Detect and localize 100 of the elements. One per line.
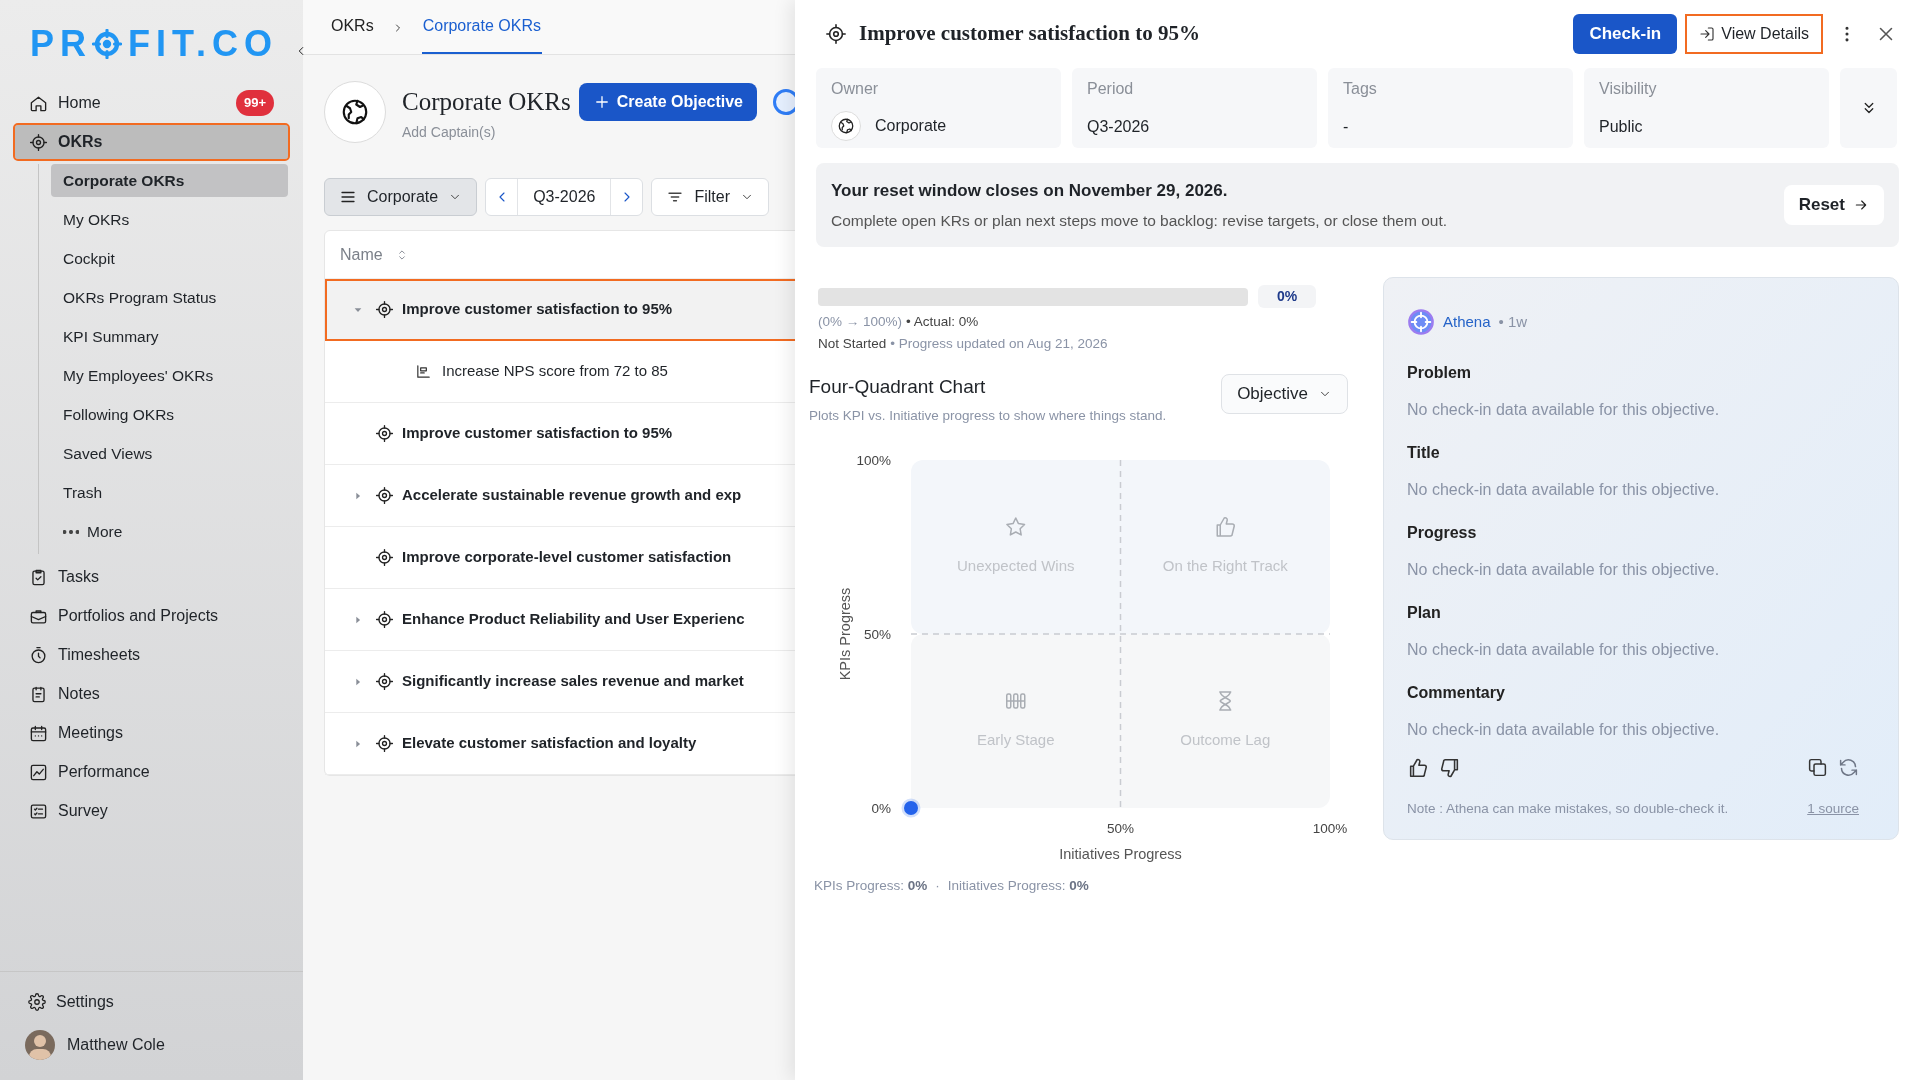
row-title: Enhance Product Reliability and User Experienc [402,609,745,630]
round-icon[interactable] [773,89,795,115]
stopwatch-icon [29,645,48,665]
target-icon [29,132,48,152]
thumbs-down-icon[interactable] [1439,756,1461,779]
calendar-icon [29,723,48,743]
user-avatar[interactable] [25,1030,55,1060]
progress-stat: KPIs Progress: 0% [814,877,928,896]
nav-subitem[interactable]: My Employees' OKRs [51,359,288,392]
view-dropdown[interactable]: Corporate [324,178,478,216]
nav-item[interactable]: Notes [15,677,288,711]
nav-item[interactable]: Timesheets [15,638,288,672]
star-icon [1006,518,1025,536]
progress-stat: Initiatives Progress: 0% [947,877,1089,896]
assistant-logo-icon [1407,308,1435,336]
axis-tick-label: 50% [863,627,891,643]
clipboard-icon [29,567,48,587]
globe-icon [340,97,370,127]
table-row[interactable]: Improve customer satisfaction to 95% [325,279,795,341]
section-text: No check-in data available for this objective. [1407,560,1721,580]
breadcrumb-link[interactable]: Corporate OKRs [421,14,542,54]
nav-subitem[interactable]: KPI Summary [51,320,288,353]
actual-text: • Actual: 0% [906,313,979,331]
logo-text: FIT.CO [128,21,278,66]
assistant-name[interactable]: Athena [1443,310,1491,334]
field-value: Q3-2026 [1087,117,1151,137]
nav-subitem[interactable]: Following OKRs [51,398,288,431]
target-logo-icon [92,28,122,59]
nav-item[interactable]: OKRs [15,125,288,159]
caret-right-icon[interactable] [353,490,363,501]
breadcrumb-link[interactable]: OKRs [331,14,374,54]
objective-dropdown[interactable]: Objective [1221,373,1348,414]
thumbs-up-icon[interactable] [1407,756,1429,779]
settings-icon [28,993,46,1011]
target-icon [375,486,394,505]
nav-item[interactable]: Portfolios and Projects [15,599,288,633]
section-text: No check-in data available for this objective. [1407,640,1721,660]
nav-subitem[interactable]: Cockpit [51,242,288,275]
field-value: Public [1599,117,1644,137]
row-title: Improve customer satisfaction to 95% [402,423,673,444]
banner-title: Your reset window closes on November 29, 2026. [831,179,1229,202]
progress-reading: 0% [1258,285,1316,308]
section-heading: Commentary [1407,683,1506,703]
copy-icon[interactable] [1807,757,1828,779]
notification-badge: 99+ [235,90,274,116]
target-icon [375,424,394,443]
section-text: No check-in data available for this objective. [1407,400,1721,420]
field-label: Period [1087,79,1135,99]
caret-right-icon[interactable] [353,614,363,625]
nav-item[interactable]: Survey [15,794,288,828]
nav-subitem[interactable]: OKRs Program Status [51,281,288,314]
section-heading: Title [1407,443,1441,463]
column-header[interactable]: Name [340,242,383,267]
reset-button[interactable]: Reset [1783,185,1884,225]
page-title: Corporate OKRs [402,87,571,118]
y-axis-title: KPIs Progress [837,587,853,681]
caret-right-icon[interactable] [353,738,363,749]
nav-subitem[interactable]: My OKRs [51,203,288,236]
field-value: - [1343,117,1350,137]
target-icon [375,610,394,629]
banner-text: Complete open KRs or plan next steps move to backlog: revise targets, or close them out. [831,211,1448,232]
row-title: Significantly increase sales revenue and market [402,671,744,692]
caret-right-icon[interactable] [353,676,363,687]
nav-subitem[interactable]: More [51,515,288,548]
globe-icon [837,117,855,135]
section-text: No check-in data available for this objective. [1407,480,1721,500]
arrow-right-icon [1853,197,1869,213]
nav-subitem[interactable]: Trash [51,476,288,509]
chart-icon [29,762,48,782]
logo-text: PR [30,21,92,66]
field-label: Owner [831,79,880,99]
updated-text: • Progress updated on Aug 21, 2026 [890,335,1108,354]
view-details-button[interactable]: View Details [1685,14,1823,54]
separator-dot: · [935,877,940,896]
nav-item[interactable]: Home 99+ [15,86,288,120]
x-axis-title: Initiatives Progress [1059,846,1182,863]
nav-item[interactable]: Performance [15,755,288,789]
refresh-icon[interactable] [1838,757,1859,779]
data-point[interactable] [901,798,921,818]
row-title: Elevate customer satisfaction and loyalty [402,733,697,754]
create-objective-button[interactable]: Create Objective [578,83,757,121]
nav-item[interactable]: Tasks [15,560,288,594]
progress-range: (0% → 100%) [818,313,903,331]
nav-subitem[interactable]: Corporate OKRs [51,164,288,197]
nav-subitem[interactable]: Saved Views [51,437,288,470]
section-heading: Problem [1407,363,1472,383]
field-label: Tags [1343,79,1378,99]
panel-title: Improve customer satisfaction to 95% [859,20,1201,48]
target-icon [825,23,847,45]
check-in-button[interactable]: Check-in [1573,14,1678,54]
axis-tick-label: 0% [871,801,891,817]
filter-button[interactable]: Filter [651,178,769,216]
nav-item[interactable]: Meetings [15,716,288,750]
section-heading: Progress [1407,523,1478,543]
row-title: Increase NPS score from 72 to 85 [442,361,668,382]
key-result-icon [415,363,432,380]
more-icon [63,529,79,534]
target-icon [375,548,394,567]
settings-link[interactable]: Settings [28,988,275,1016]
enter-icon [1699,26,1716,42]
